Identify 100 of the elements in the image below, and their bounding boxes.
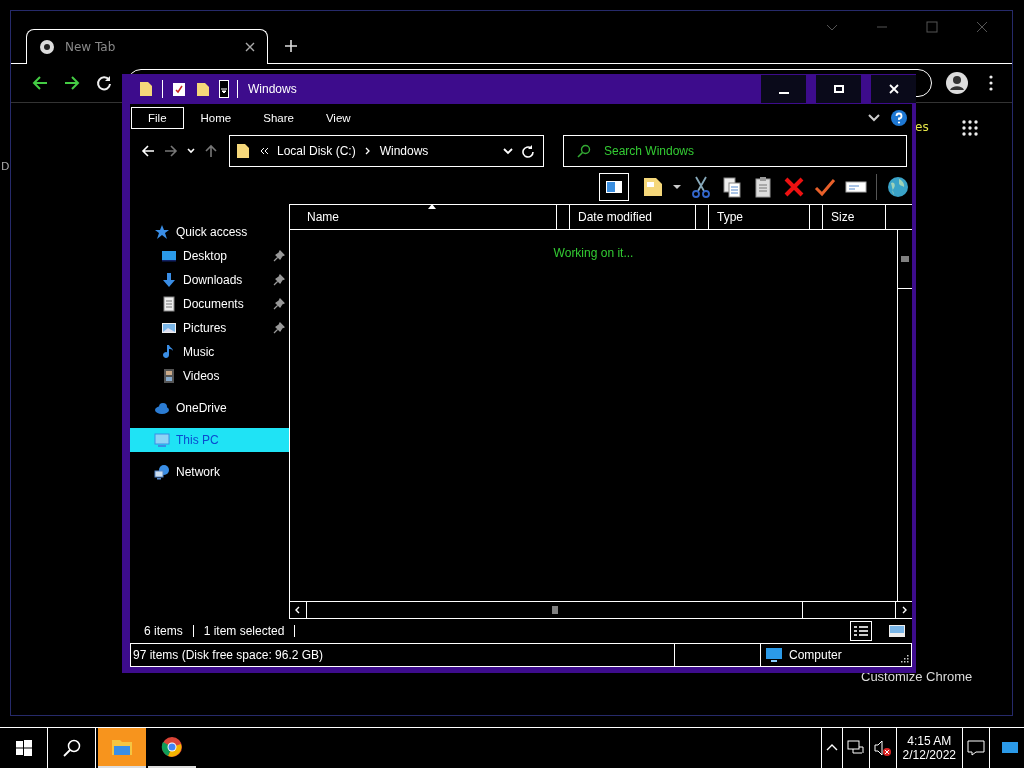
pin-icon[interactable] bbox=[273, 250, 285, 262]
new-tab-icon[interactable] bbox=[284, 39, 298, 53]
pin-icon[interactable] bbox=[273, 274, 285, 286]
grip-icon bbox=[550, 606, 559, 614]
nav-item[interactable]: Quick access bbox=[130, 220, 289, 244]
nav-item[interactable]: This PC bbox=[130, 428, 289, 452]
desktop-icon bbox=[161, 248, 177, 264]
back-icon[interactable] bbox=[141, 144, 155, 158]
chevron-down-icon[interactable] bbox=[187, 147, 195, 155]
nav-item[interactable]: Music bbox=[130, 340, 289, 364]
network-icon bbox=[154, 464, 170, 480]
search-field[interactable]: Search Windows bbox=[563, 135, 907, 167]
details-view-icon[interactable] bbox=[850, 621, 872, 641]
maximize-icon bbox=[833, 84, 844, 94]
ribbon-tab[interactable]: View bbox=[310, 107, 366, 129]
nav-item[interactable]: Documents bbox=[130, 292, 289, 316]
page-link[interactable]: es bbox=[915, 120, 929, 134]
nav-item[interactable]: Downloads bbox=[130, 268, 289, 292]
profile-icon[interactable] bbox=[946, 72, 968, 94]
star-icon bbox=[154, 224, 170, 240]
column-header[interactable]: Name bbox=[290, 205, 557, 229]
monitor-icon bbox=[1002, 740, 1018, 756]
chrome-logo-icon bbox=[161, 736, 183, 758]
resize-grip-icon[interactable] bbox=[901, 655, 909, 663]
ribbon-tab[interactable]: Home bbox=[185, 107, 247, 129]
chevron-down-icon[interactable] bbox=[503, 146, 513, 156]
windows-logo-icon bbox=[15, 740, 32, 756]
pin-icon[interactable] bbox=[273, 322, 285, 334]
forward-icon[interactable] bbox=[63, 74, 81, 92]
close-icon[interactable] bbox=[245, 42, 255, 52]
properties-icon[interactable] bbox=[171, 81, 187, 97]
chevron-right-icon[interactable] bbox=[363, 147, 372, 155]
nav-item[interactable]: Pictures bbox=[130, 316, 289, 340]
column-header[interactable]: Date modified bbox=[570, 205, 696, 229]
double-chevron-icon[interactable] bbox=[259, 146, 269, 156]
reload-icon[interactable] bbox=[95, 74, 113, 92]
breadcrumb-item[interactable]: Windows bbox=[379, 144, 429, 158]
delete-icon[interactable] bbox=[783, 176, 805, 198]
vertical-scrollbar[interactable] bbox=[897, 230, 912, 601]
forward-icon[interactable] bbox=[164, 144, 178, 158]
dropdown-icon[interactable] bbox=[673, 183, 681, 191]
chevron-down-icon[interactable] bbox=[868, 112, 880, 124]
pin-icon[interactable] bbox=[273, 298, 285, 310]
picture-icon bbox=[161, 320, 177, 336]
status-text: 1 item selected bbox=[203, 624, 285, 638]
breadcrumb-item[interactable]: Local Disk (C:) bbox=[277, 144, 356, 158]
chrome-logo-icon bbox=[39, 39, 55, 55]
search-icon bbox=[577, 144, 591, 158]
document-icon bbox=[161, 296, 177, 312]
customize-chrome-button[interactable]: Customize Chrome bbox=[861, 669, 973, 684]
status-text: 97 items (Disk free space: 96.2 GB) bbox=[131, 644, 675, 666]
column-header[interactable]: Type bbox=[709, 205, 810, 229]
network-icon bbox=[846, 739, 865, 757]
location-text: Computer bbox=[789, 648, 842, 662]
loading-message: Working on it... bbox=[553, 246, 634, 260]
globe-icon[interactable] bbox=[886, 175, 910, 199]
page-text: D bbox=[1, 160, 10, 173]
clipboard-icon[interactable] bbox=[752, 176, 774, 198]
cloud-icon bbox=[154, 400, 170, 416]
close-icon bbox=[888, 84, 899, 94]
speech-bubble-icon bbox=[967, 739, 985, 757]
search-icon bbox=[62, 739, 81, 757]
ribbon-tab[interactable]: Share bbox=[248, 107, 309, 129]
up-icon[interactable] bbox=[204, 144, 218, 158]
video-icon bbox=[161, 368, 177, 384]
column-header[interactable]: Size bbox=[823, 205, 886, 229]
address-field[interactable]: Local Disk (C:) Windows bbox=[229, 135, 544, 167]
new-folder-icon[interactable] bbox=[195, 81, 211, 97]
folder-icon bbox=[138, 81, 154, 97]
browser-tab[interactable]: New Tab bbox=[26, 29, 268, 64]
computer-icon bbox=[765, 646, 783, 664]
nav-item[interactable]: Desktop bbox=[130, 244, 289, 268]
minimize-icon bbox=[778, 92, 789, 94]
refresh-icon[interactable] bbox=[521, 144, 535, 158]
help-icon[interactable] bbox=[890, 109, 908, 127]
nav-item[interactable]: Network bbox=[130, 460, 289, 484]
dropdown-icon[interactable] bbox=[219, 80, 229, 98]
window-title: Windows bbox=[248, 82, 297, 96]
apps-grid-icon[interactable] bbox=[962, 120, 978, 136]
nav-item[interactable]: OneDrive bbox=[130, 396, 289, 420]
scissors-icon[interactable] bbox=[690, 176, 712, 198]
horizontal-scrollbar[interactable] bbox=[290, 601, 912, 619]
volume-muted-icon bbox=[873, 739, 892, 757]
maximize-button[interactable] bbox=[816, 75, 861, 103]
clock[interactable]: 4:15 AM 2/12/2022 bbox=[895, 728, 962, 768]
checkmark-icon[interactable] bbox=[814, 176, 836, 198]
nav-item[interactable]: Videos bbox=[130, 364, 289, 388]
copy-icon[interactable] bbox=[721, 176, 743, 198]
folder-icon bbox=[235, 143, 251, 159]
close-button[interactable] bbox=[871, 75, 916, 103]
folder-icon[interactable] bbox=[642, 176, 664, 198]
scroll-left-icon[interactable] bbox=[294, 606, 302, 614]
download-icon bbox=[161, 272, 177, 288]
ribbon-tab[interactable]: File bbox=[131, 107, 184, 129]
back-icon[interactable] bbox=[31, 74, 49, 92]
preview-pane-button[interactable] bbox=[599, 173, 629, 201]
scroll-right-icon[interactable] bbox=[900, 606, 908, 614]
status-text: 6 items bbox=[144, 624, 183, 638]
pc-icon bbox=[154, 432, 170, 448]
grip-icon bbox=[901, 255, 909, 263]
